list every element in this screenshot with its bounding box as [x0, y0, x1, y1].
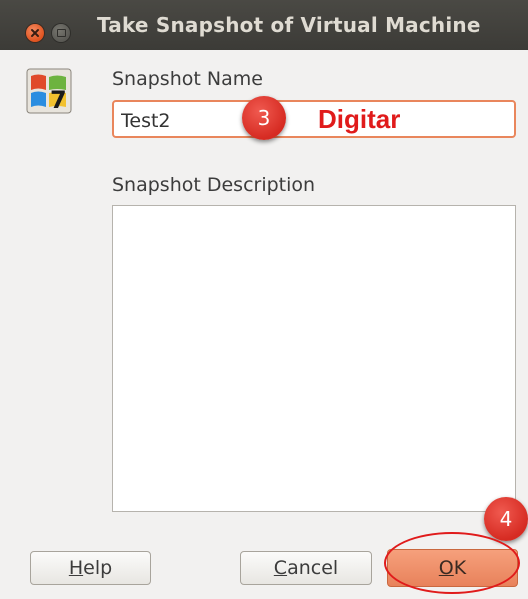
close-icon[interactable]: [26, 24, 44, 42]
snapshot-name-field[interactable]: [112, 100, 516, 138]
ok-button[interactable]: OK: [387, 549, 518, 587]
svg-text:7: 7: [50, 86, 67, 114]
window-title: Take Snapshot of Virtual Machine: [97, 13, 481, 37]
windows7-os-icon: 7: [26, 68, 72, 114]
snapshot-description-label: Snapshot Description: [112, 174, 316, 196]
step-3-instruction: Digitar: [318, 104, 401, 134]
step-3-marker: 3: [242, 96, 286, 140]
snapshot-name-label: Snapshot Name: [112, 68, 263, 90]
cancel-button[interactable]: Cancel: [240, 551, 372, 585]
snapshot-name-input[interactable]: [121, 108, 501, 134]
minimize-icon[interactable]: [52, 24, 70, 42]
snapshot-description-textarea[interactable]: [112, 205, 516, 512]
step-4-marker: 4: [484, 497, 528, 541]
help-button[interactable]: Help: [30, 551, 151, 585]
title-bar: Take Snapshot of Virtual Machine: [0, 0, 528, 50]
